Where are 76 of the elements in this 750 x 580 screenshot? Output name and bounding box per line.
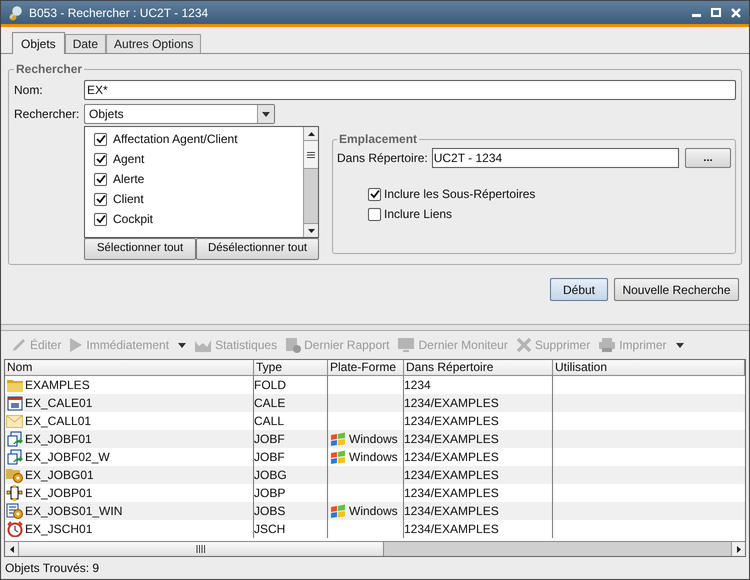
folder-field[interactable]: UC2T - 1234 bbox=[432, 148, 679, 168]
maximize-button[interactable] bbox=[709, 6, 723, 20]
option-label: Inclure les Sous-Répertoires bbox=[384, 186, 536, 203]
checkbox[interactable] bbox=[94, 132, 107, 146]
grip-icon bbox=[307, 152, 315, 158]
play-icon bbox=[69, 337, 84, 353]
caret-icon bbox=[262, 112, 270, 116]
vertical-scrollbar[interactable] bbox=[303, 127, 318, 237]
column-header[interactable]: Dans Répertoire bbox=[404, 360, 553, 375]
envelope-icon bbox=[6, 414, 23, 428]
report-icon bbox=[285, 337, 302, 353]
folder-icon bbox=[6, 378, 22, 392]
pencil-icon bbox=[11, 337, 27, 353]
checkbox[interactable] bbox=[368, 208, 381, 220]
checkbox[interactable] bbox=[94, 212, 107, 226]
tab[interactable]: Autres Options bbox=[106, 34, 202, 53]
right-arrow-icon bbox=[736, 546, 740, 552]
table-cell-text: EX_JOBF02_W bbox=[25, 449, 110, 466]
table-cell: JSCH bbox=[254, 520, 328, 538]
windows-flag-icon bbox=[330, 504, 346, 518]
name-label: Nom: bbox=[14, 82, 44, 99]
table-cell-text: EX_JSCH01 bbox=[25, 521, 92, 538]
windows-flag-icon bbox=[330, 450, 346, 464]
close-button[interactable] bbox=[729, 6, 743, 20]
column-header[interactable]: Plate-Forme bbox=[328, 360, 404, 375]
up-arrow-icon bbox=[308, 132, 314, 136]
column-header[interactable]: Utilisation bbox=[553, 360, 745, 375]
down-arrow-icon bbox=[308, 228, 314, 232]
table-cell-text: EX_JOBG01 bbox=[25, 467, 94, 484]
object-type-label: Cockpit bbox=[113, 211, 154, 228]
window-title: B053 - Rechercher : UC2T - 1234 bbox=[29, 4, 210, 22]
windows-flag-icon bbox=[330, 432, 346, 446]
object-type-label: Alerte bbox=[113, 171, 144, 188]
table-cell-text: Windows bbox=[349, 503, 398, 520]
checkbox[interactable] bbox=[94, 152, 107, 166]
table-cell-text: EX_CALE01 bbox=[25, 395, 92, 412]
select-all-button[interactable]: Sélectionner tout bbox=[84, 238, 196, 260]
name-field[interactable]: EX* bbox=[84, 80, 736, 100]
printer-icon bbox=[598, 337, 616, 353]
browse-button[interactable]: ... bbox=[685, 148, 731, 168]
folder-label: Dans Répertoire: bbox=[337, 150, 428, 167]
checkbox[interactable] bbox=[94, 192, 107, 206]
table-cell-text: EXAMPLES bbox=[25, 377, 90, 394]
monitor-icon bbox=[397, 337, 416, 353]
left-arrow-icon bbox=[10, 546, 14, 552]
object-type-label: Client bbox=[113, 191, 144, 208]
horizontal-scrollbar[interactable] bbox=[5, 541, 745, 556]
table-cell: 1234/EXAMPLES bbox=[404, 520, 553, 538]
deselect-all-button[interactable]: Désélectionner tout bbox=[196, 238, 319, 260]
table-cell-text: Windows bbox=[349, 431, 398, 448]
delete-icon bbox=[516, 337, 532, 353]
option-label: Inclure Liens bbox=[384, 206, 452, 223]
table-cell-text: Windows bbox=[349, 449, 398, 466]
column-header[interactable]: Nom bbox=[5, 360, 254, 375]
search-type-label: Rechercher: bbox=[14, 106, 80, 123]
caret-icon bbox=[676, 342, 684, 348]
checkbox[interactable] bbox=[94, 172, 107, 186]
tab[interactable]: Objets bbox=[12, 32, 65, 54]
group-title: Emplacement bbox=[338, 131, 418, 148]
caret-icon bbox=[178, 342, 186, 348]
start-button[interactable]: Début bbox=[550, 278, 608, 301]
column-header[interactable]: Type bbox=[254, 360, 328, 375]
table-cell-text: EX_JOBF01 bbox=[25, 431, 92, 448]
tab[interactable]: Date bbox=[64, 34, 106, 53]
object-type-label: Affectation Agent/Client bbox=[113, 131, 238, 148]
group-title: Rechercher bbox=[15, 61, 84, 78]
table-cell-text: EX_JOBP01 bbox=[25, 485, 92, 502]
new-search-button[interactable]: Nouvelle Recherche bbox=[614, 278, 739, 301]
grip-icon bbox=[196, 545, 206, 553]
search-icon bbox=[7, 4, 23, 20]
status-text: Objets Trouvés: 9 bbox=[5, 560, 100, 577]
object-type-label: Agent bbox=[113, 151, 144, 168]
search-type-dropdown[interactable]: Objets bbox=[84, 104, 275, 124]
table-cell-text: EX_CALL01 bbox=[25, 413, 92, 430]
checkbox[interactable] bbox=[368, 188, 381, 200]
table-cell-text: EX_JOBS01_WIN bbox=[25, 503, 122, 520]
